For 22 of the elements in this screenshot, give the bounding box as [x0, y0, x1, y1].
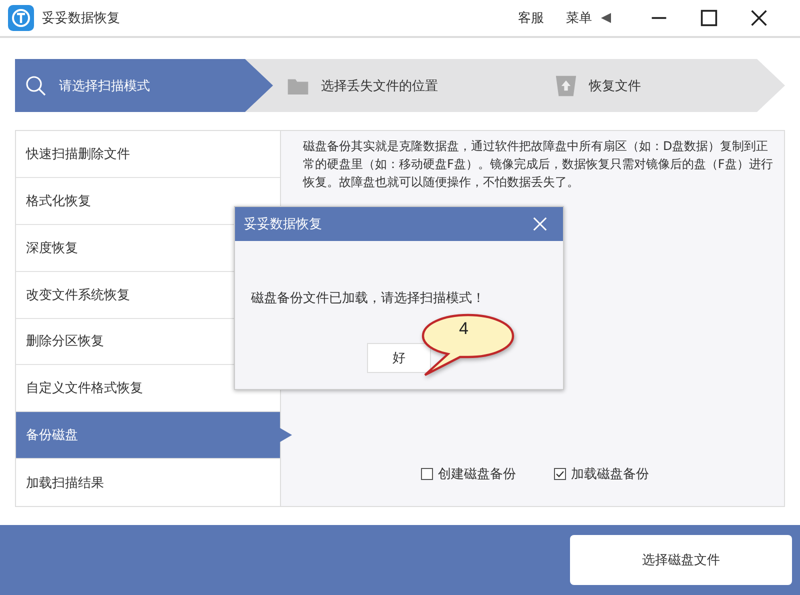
step-label: 请选择扫描模式: [59, 78, 150, 94]
close-icon[interactable]: [750, 9, 768, 27]
step-label: 选择丢失文件的位置: [321, 78, 438, 94]
step-label: 恢复文件: [589, 78, 641, 94]
checkbox[interactable]: [421, 468, 433, 480]
checkbox[interactable]: [554, 468, 566, 480]
collapse-icon[interactable]: [600, 12, 612, 24]
description-text: 磁盘备份其实就是克隆数据盘，通过软件把故障盘中所有扇区（如：D盘数据）复制到正常的硬盘里（如：移动硬盘F盘）。镜像完成后，数据恢复只需对镜像后的盘（F盘）进行恢复。故障盘也就可以随便操作，不怕数据丢失了。: [303, 138, 774, 191]
pointer-icon: [280, 428, 292, 442]
upload-icon: [555, 74, 577, 96]
select-file-button[interactable]: 选择磁盘文件: [570, 535, 792, 585]
search-icon: [25, 74, 47, 96]
app-logo-icon: [8, 5, 34, 31]
header-link[interactable]: 客服: [518, 9, 544, 27]
window-title: 妥妥数据恢复: [42, 10, 120, 27]
checkbox-option[interactable]: 加载磁盘备份: [554, 465, 649, 483]
sidebar-item[interactable]: 快速扫描删除文件: [16, 131, 280, 178]
header-link[interactable]: 菜单: [566, 9, 592, 27]
sidebar-item[interactable]: 加载扫描结果: [16, 459, 280, 506]
checkbox-option[interactable]: 创建磁盘备份: [421, 465, 516, 483]
ok-button[interactable]: 好: [367, 343, 431, 373]
maximize-icon[interactable]: [700, 9, 718, 27]
